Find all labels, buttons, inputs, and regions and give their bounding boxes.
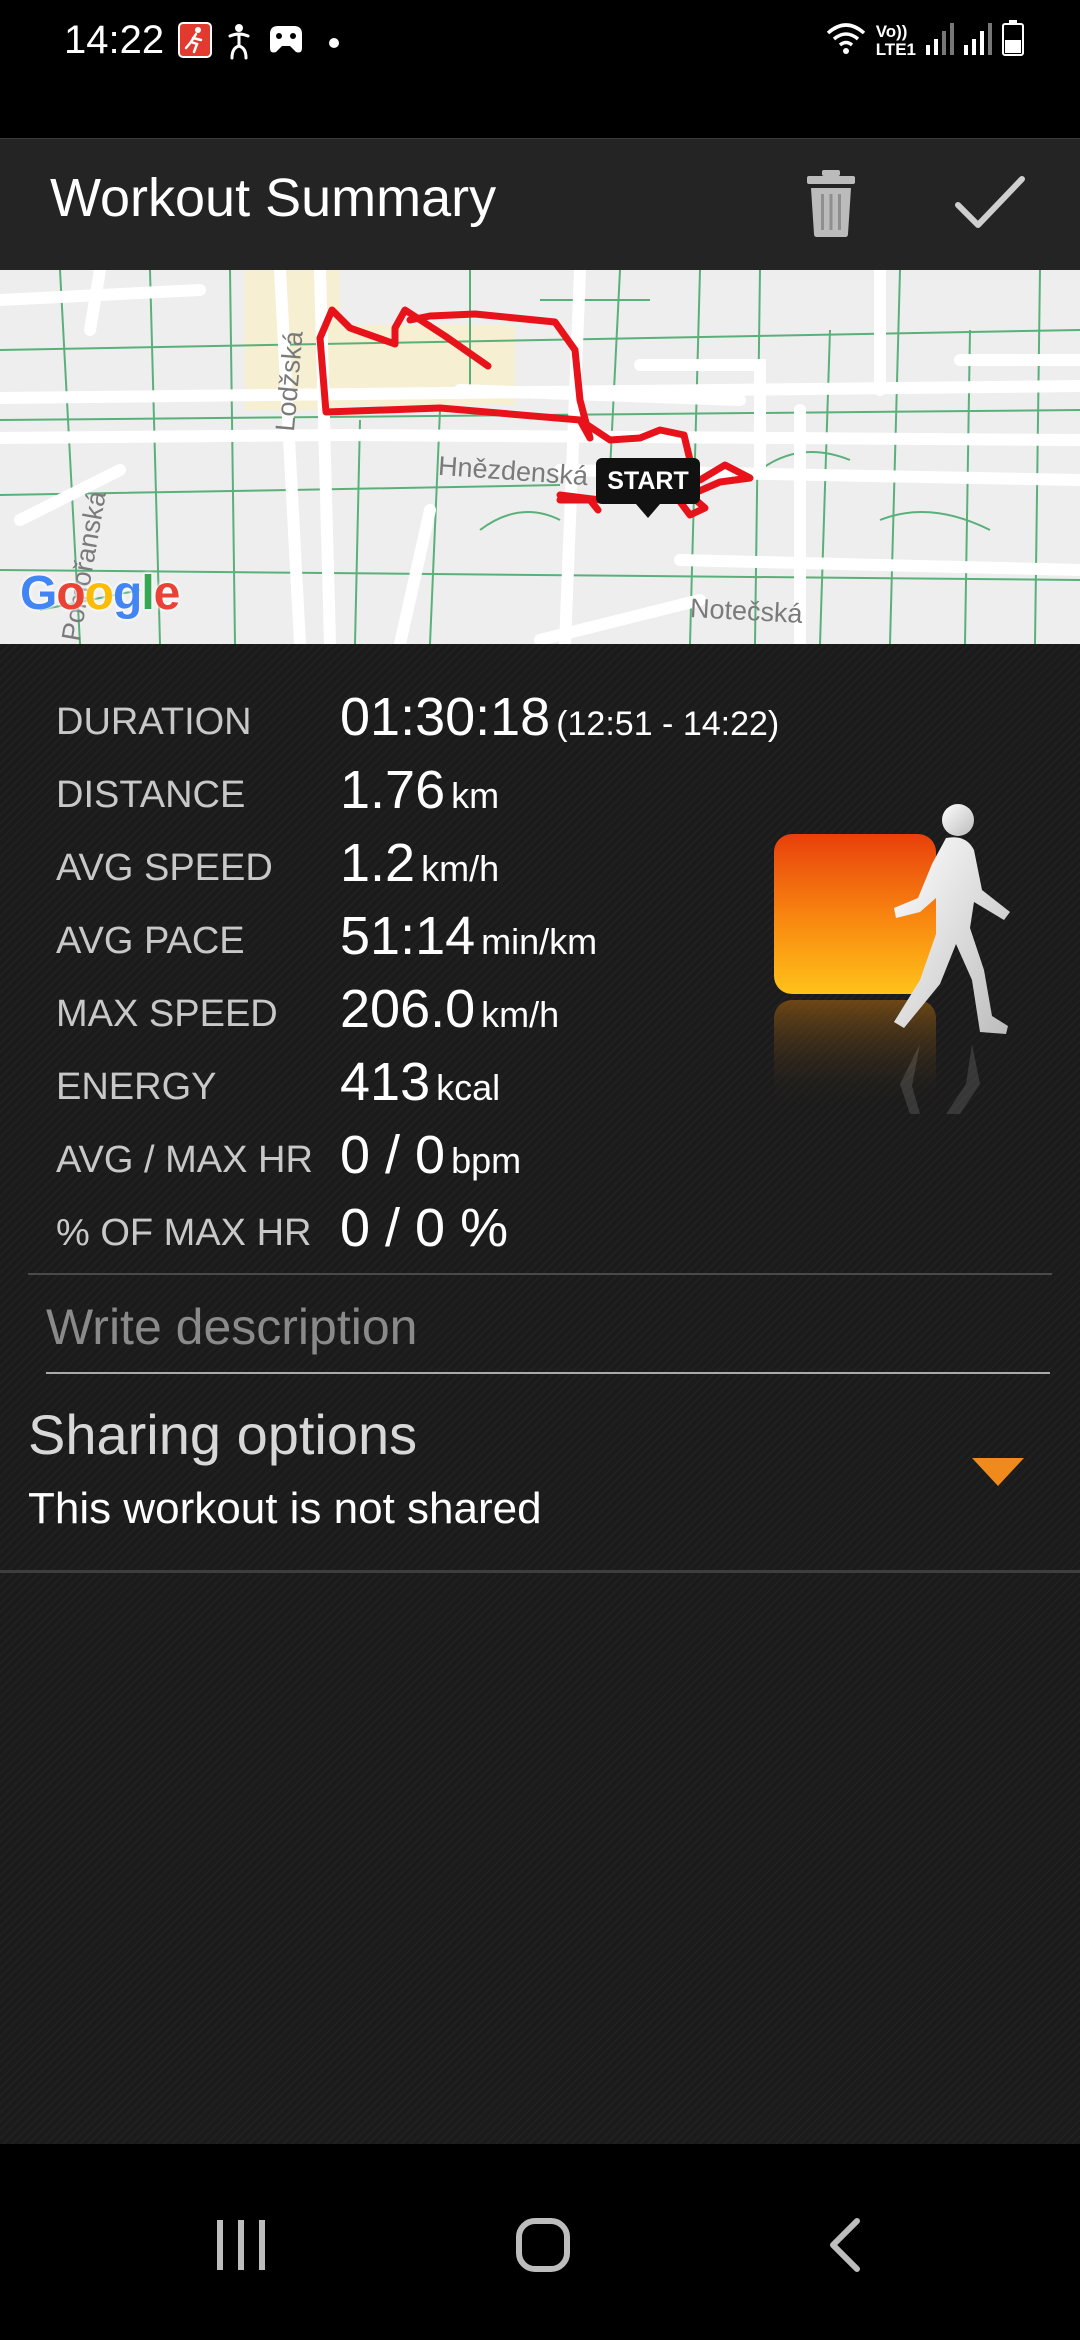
sharing-options-dropdown[interactable]: Sharing options This workout is not shar… [0,1384,1080,1574]
stat-value: 413 kcal [340,1052,501,1112]
route-map[interactable]: Lodžská Hnězdenská Notečská Pomořanská S… [0,270,1080,644]
stat-row-max-speed: MAX SPEED 206.0 km/h [0,976,760,1046]
stat-value: 01:30:18 (12:51 - 14:22) [340,687,780,747]
stat-value: 1.2 km/h [340,833,500,893]
stat-value: 0 / 0 % [340,1198,509,1258]
stat-label: DURATION [56,701,252,743]
sharing-status-text: This workout is not shared [28,1484,542,1533]
delete-icon [804,168,858,243]
stat-unit: kcal [436,1067,501,1108]
workout-stats-panel: DURATION 01:30:18 (12:51 - 14:22) DISTANC… [0,644,1080,2144]
dropdown-arrow-icon [972,1458,1024,1486]
stat-row-avg-speed: AVG SPEED 1.2 km/h [0,830,760,900]
check-icon [954,175,1026,236]
stat-label: % OF MAX HR [56,1212,312,1254]
running-app-icon [178,22,212,62]
stat-unit: km/h [421,848,500,889]
stat-unit: min/km [481,921,598,962]
accessibility-icon [224,22,254,62]
dot-icon [328,36,340,76]
stat-unit: km/h [481,994,560,1035]
stat-label: AVG / MAX HR [56,1139,313,1181]
wifi-icon [826,21,866,60]
divider [0,1570,1080,1573]
stat-unit: km [451,775,500,816]
stat-value: 1.76 km [340,760,500,820]
signal-icon-2 [964,21,992,60]
signal-icon [926,21,954,60]
app-bar: Workout Summary [0,138,1080,270]
stat-value: 0 / 0 bpm [340,1125,522,1185]
stat-unit: (12:51 - 14:22) [556,705,780,743]
battery-icon [1002,20,1024,61]
back-button[interactable] [800,2202,890,2292]
confirm-button[interactable] [950,165,1030,245]
system-nav-bar [0,2146,1080,2340]
page-title: Workout Summary [50,168,497,228]
network-type-label: Vo)) LTE1 [875,21,916,59]
sharing-options-title: Sharing options [28,1403,418,1466]
stat-unit: bpm [451,1140,522,1181]
stat-label: MAX SPEED [56,993,278,1035]
back-icon [825,2217,865,2278]
stat-label: ENERGY [56,1066,217,1108]
google-logo: Google [20,567,180,620]
stat-row-pct-max-hr: % OF MAX HR 0 / 0 % [0,1195,760,1265]
divider [28,1273,1052,1275]
stat-row-avg-pace: AVG PACE 51:14 min/km [0,903,760,973]
recent-apps-button[interactable] [196,2202,286,2292]
delete-button[interactable] [791,165,871,245]
stat-label: AVG SPEED [56,847,273,889]
stat-row-distance: DISTANCE 1.76 km [0,757,760,827]
stat-value: 206.0 km/h [340,979,560,1039]
game-icon [266,22,306,62]
stat-row-energy: ENERGY 413 kcal [0,1049,760,1119]
home-icon [515,2217,571,2278]
stat-row-duration: DURATION 01:30:18 (12:51 - 14:22) [0,684,779,754]
status-time: 14:22 [64,18,165,62]
description-input[interactable] [46,1282,1050,1374]
street-label-notecska: Notečská [689,593,804,629]
stat-label: DISTANCE [56,774,246,816]
start-marker[interactable]: START [596,458,700,518]
stat-value: 51:14 min/km [340,906,598,966]
stat-label: AVG PACE [56,920,245,962]
stat-row-avg-max-hr: AVG / MAX HR 0 / 0 bpm [0,1122,760,1192]
sport-walking-icon [770,794,1020,1114]
status-gap [0,90,1080,138]
recent-apps-icon [215,2218,267,2277]
status-bar: 14:22 Vo)) LTE1 [0,0,1080,90]
status-right-group: Vo)) LTE1 [826,20,1024,61]
home-button[interactable] [498,2202,588,2292]
